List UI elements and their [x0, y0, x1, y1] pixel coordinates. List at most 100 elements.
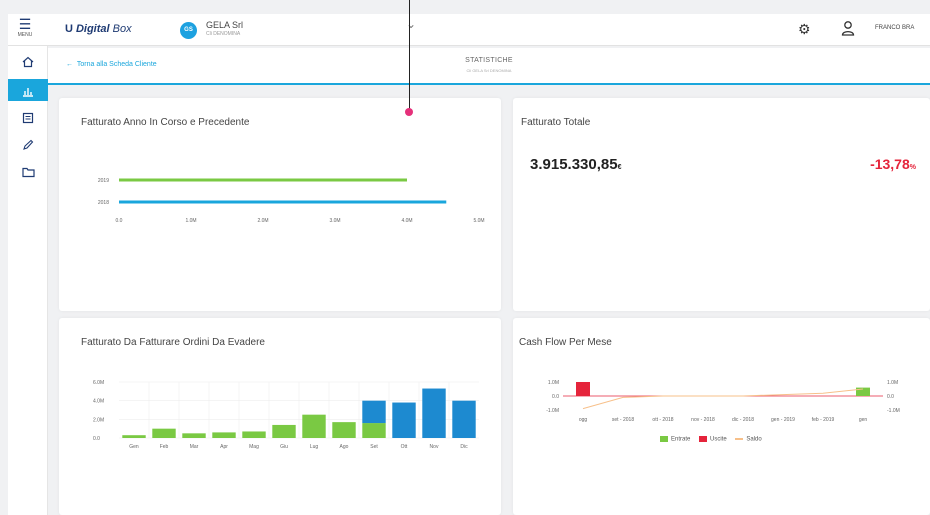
- company-avatar[interactable]: GS: [180, 22, 197, 39]
- legend-label-entrate[interactable]: Entrate: [671, 437, 690, 443]
- total-revenue-change-unit: %: [909, 164, 916, 171]
- bar-Nov-s1: [422, 388, 446, 438]
- bar-2018: [119, 200, 447, 204]
- x-tick-label: ott - 2018: [652, 417, 673, 423]
- total-revenue-change-value: -13,78: [870, 156, 910, 172]
- logo-bold: Digital: [75, 23, 110, 35]
- bar-Set-s0: [362, 423, 386, 438]
- x-tick-label: Mar: [190, 444, 199, 450]
- page-subtitle: Cli GELA Srl DENOMINA: [466, 68, 512, 73]
- bar-Mag-s0: [242, 431, 266, 438]
- sidebar-item-statistics[interactable]: [8, 79, 48, 101]
- card-title: Fatturato Totale: [521, 117, 591, 128]
- legend-label-uscite[interactable]: Uscite: [710, 437, 727, 443]
- orders-revenue-chart: 0.0 2.0M 4.0M 6.0M Gen Feb Mar Apr Mag Giu Lug Ago S…: [93, 380, 479, 450]
- y-tick-label-right: -1.0M: [887, 408, 900, 414]
- total-revenue-card: Fatturato Totale 3.915.330,85€ -13,78%: [513, 98, 930, 311]
- app-logo[interactable]: U Digital Box: [65, 23, 132, 35]
- chart-icon: [23, 87, 33, 97]
- total-revenue-amount: 3.915.330,85: [530, 156, 618, 173]
- bar-Ott-s1: [392, 402, 416, 438]
- sidebar-item-documents[interactable]: [14, 106, 42, 128]
- x-tick-label: gen - 2019: [771, 417, 795, 423]
- y-tick-label-left: -1.0M: [546, 408, 559, 414]
- folder-icon: [21, 167, 35, 177]
- logo-light: Box: [112, 23, 132, 35]
- user-icon[interactable]: [841, 20, 855, 36]
- cash-flow-chart: 1.0M 0.0 -1.0M 1.0M 0.0 -1.0M ogg set - 2018 ott…: [546, 380, 900, 423]
- bar-Set-s1: [362, 400, 386, 424]
- orders-revenue-card: Fatturato Da Fatturare Ordini Da Evadere…: [59, 318, 501, 515]
- legend-swatch-entrate: [660, 436, 668, 442]
- bar-ogg-Uscite: [576, 382, 590, 396]
- bar-Ago-s0: [332, 422, 356, 438]
- y-tick-label: 6.0M: [93, 380, 104, 386]
- app-frame: ☰ MENU U Digital Box GS GELA Srl Cli DENO…: [0, 0, 930, 515]
- chevron-down-icon[interactable]: ⌄: [406, 17, 416, 31]
- total-revenue-currency: €: [617, 164, 622, 171]
- page-title: STATISTICHE: [465, 57, 513, 64]
- saldo-line: [582, 388, 864, 410]
- company-subtitle: Cli DENOMINA: [206, 31, 241, 37]
- x-tick-label: Gen: [129, 444, 139, 450]
- x-tick-label: Dic: [460, 444, 468, 450]
- x-tick-label: 4.0M: [401, 218, 412, 224]
- x-tick-label: Giu: [280, 444, 288, 450]
- x-tick-label: nov - 2018: [691, 417, 715, 423]
- gear-icon[interactable]: ⚙: [798, 21, 811, 38]
- company-name[interactable]: GELA Srl: [206, 20, 243, 30]
- y-tick-label: 2.0M: [93, 417, 104, 423]
- legend-label-saldo[interactable]: Saldo: [746, 437, 761, 443]
- x-tick-label: 1.0M: [185, 218, 196, 224]
- x-tick-label: set - 2018: [612, 417, 634, 423]
- x-tick-label: gen: [859, 417, 868, 423]
- user-name[interactable]: FRANCO BRA: [875, 25, 914, 31]
- y-tick-label: 2018: [98, 200, 109, 206]
- logo-mark: U: [65, 23, 73, 35]
- x-tick-label: Feb: [160, 444, 169, 450]
- bar-Feb-s0: [152, 428, 176, 438]
- x-tick-label: Ott: [401, 444, 408, 450]
- hamburger-icon: ☰: [18, 16, 32, 32]
- menu-button[interactable]: ☰ MENU: [14, 17, 36, 43]
- bar-gen-Entrate: [856, 387, 870, 396]
- x-tick-label: Apr: [220, 444, 228, 450]
- legend-swatch-uscite: [699, 436, 708, 442]
- annual-revenue-chart: 2019 2018 0.0 1.0M 2.0M 3.0M 4.0M 5.0M: [98, 178, 485, 224]
- bar-Mar-s0: [182, 433, 206, 438]
- cash-flow-card: Cash Flow Per Mese 1.0M 0.0 -1.0M 1.0M 0.0 -1…: [513, 318, 930, 515]
- y-tick-label-left: 0.0: [552, 394, 559, 400]
- pen-icon: [23, 139, 34, 150]
- x-tick-label: Nov: [430, 444, 439, 450]
- pointer-dot: [405, 108, 413, 116]
- menu-label: MENU: [17, 32, 33, 38]
- y-tick-label: 0.0: [93, 436, 100, 442]
- y-tick-label: 4.0M: [93, 399, 104, 405]
- bar-Dic-s1: [452, 400, 476, 438]
- cash-flow-legend: Entrate Uscite Saldo: [653, 436, 762, 443]
- annual-revenue-card: Fatturato Anno In Corso e Precedente 201…: [59, 98, 501, 311]
- sidebar-item-edit[interactable]: [14, 133, 42, 155]
- sidebar-item-folder[interactable]: [14, 160, 42, 182]
- bar-Giu-s0: [272, 424, 296, 438]
- y-tick-label: 2019: [98, 178, 109, 184]
- bar-Gen-s0: [122, 435, 146, 438]
- x-tick-label: Lug: [310, 444, 319, 450]
- bar-Lug-s0: [302, 414, 326, 438]
- x-tick-label: Ago: [340, 444, 349, 450]
- document-icon: [22, 112, 34, 123]
- total-revenue-value: 3.915.330,85€: [530, 156, 622, 173]
- home-icon: [22, 56, 34, 67]
- sidebar-item-home[interactable]: [14, 50, 42, 72]
- legend-swatch-saldo: [735, 438, 744, 440]
- x-tick-label: Mag: [249, 444, 259, 450]
- x-tick-label: feb - 2019: [812, 417, 835, 423]
- total-revenue-change: -13,78%: [870, 156, 916, 172]
- x-tick-label: 0.0: [116, 218, 123, 224]
- y-tick-label-right: 1.0M: [887, 380, 898, 386]
- x-tick-label: ogg: [579, 417, 588, 423]
- y-tick-label-right: 0.0: [887, 394, 894, 400]
- y-tick-label-left: 1.0M: [548, 380, 559, 386]
- x-tick-label: 5.0M: [473, 218, 484, 224]
- pointer-line: [409, 0, 410, 112]
